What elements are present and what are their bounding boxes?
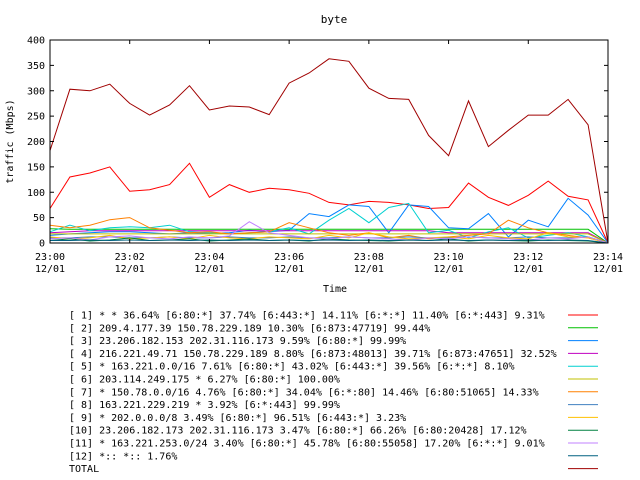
y-tick-label: 150: [27, 162, 45, 173]
x-tick-date: 12/01: [115, 264, 145, 275]
x-tick-time: 23:12: [513, 252, 543, 263]
x-tick-time: 23:04: [194, 252, 224, 263]
legend-label: [ 4] 216.221.49.71 150.78.229.189 8.80% …: [69, 349, 557, 360]
x-tick-time: 23:02: [115, 252, 145, 263]
y-axis-label: traffic (Mbps): [5, 99, 16, 183]
y-tick-label: 200: [27, 137, 45, 148]
legend-label: [11] * 163.221.253.0/24 3.40% [6:80:*] 4…: [69, 439, 545, 450]
legend-label: [12] *:: *:: 1.76%: [69, 451, 177, 462]
legend-label: [ 3] 23.206.182.153 202.31.116.173 9.59%…: [69, 336, 406, 347]
x-tick-time: 23:10: [434, 252, 464, 263]
x-tick-time: 23:08: [354, 252, 384, 263]
x-tick-date: 12/01: [593, 264, 623, 275]
x-axis-label: Time: [323, 284, 347, 295]
y-tick-label: 400: [27, 36, 45, 47]
y-tick-label: 250: [27, 112, 45, 123]
x-tick-date: 12/01: [274, 264, 304, 275]
x-tick-date: 12/01: [434, 264, 464, 275]
legend-label: [ 5] * 163.221.0.0/16 7.61% [6:80:*] 43.…: [69, 362, 515, 373]
x-tick-time: 23:06: [274, 252, 304, 263]
x-tick-date: 12/01: [194, 264, 224, 275]
x-tick-date: 12/01: [513, 264, 543, 275]
x-tick-time: 23:00: [35, 252, 65, 263]
y-tick-label: 100: [27, 188, 45, 199]
legend-label: [ 7] * 150.78.0.0/16 4.76% [6:80:*] 34.0…: [69, 387, 539, 398]
y-tick-label: 50: [33, 213, 45, 224]
legend-label: [ 1] * * 36.64% [6:80:*] 37.74% [6:443:*…: [69, 311, 545, 322]
y-tick-label: 350: [27, 61, 45, 72]
traffic-chart: byte traffic (Mbps) Time 0 50 100 150 200 250…: [0, 0, 640, 480]
y-tick-label: 0: [39, 239, 45, 250]
x-tick-date: 12/01: [354, 264, 384, 275]
legend-label: TOTAL: [69, 464, 99, 475]
legend-label: [10] 23.206.182.173 202.31.116.173 3.47%…: [69, 426, 527, 437]
x-tick-time: 23:14: [593, 252, 623, 263]
legend-label: [ 2] 209.4.177.39 150.78.229.189 10.30% …: [69, 323, 430, 334]
chart-title: byte: [321, 13, 348, 26]
y-tick-label: 300: [27, 86, 45, 97]
legend-label: [ 9] * 202.0.0.0/8 3.49% [6:80:*] 96.51%…: [69, 413, 406, 424]
legend-label: [ 6] 203.114.249.175 * 6.27% [6:80:*] 10…: [69, 375, 340, 386]
x-tick-date: 12/01: [35, 264, 65, 275]
legend-label: [ 8] 163.221.229.219 * 3.92% [6:*:443] 9…: [69, 400, 340, 411]
